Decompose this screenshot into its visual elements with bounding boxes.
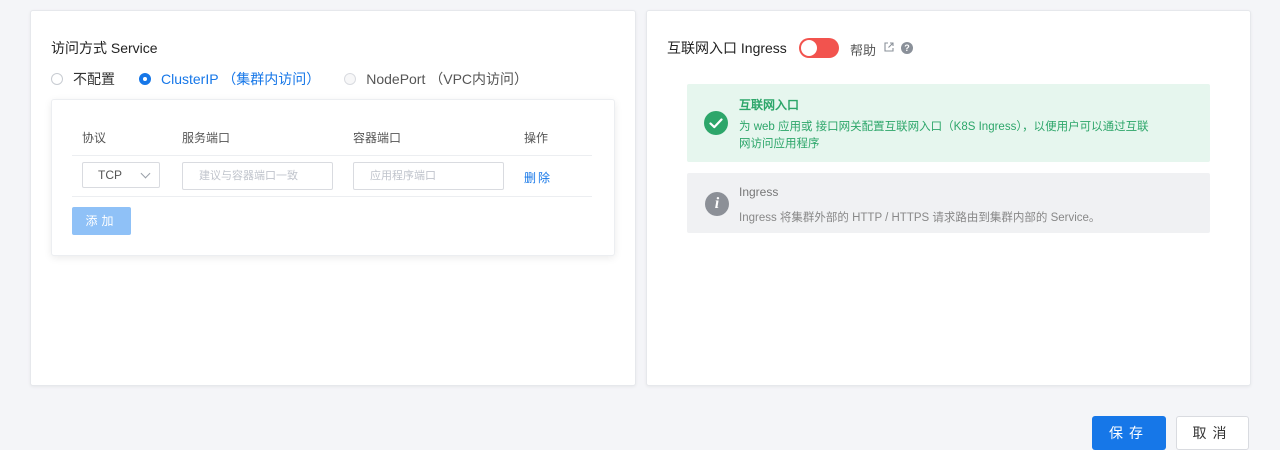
external-link-icon[interactable] <box>884 42 894 52</box>
question-icon[interactable]: ? <box>901 42 913 54</box>
toggle-knob <box>801 40 817 56</box>
success-alert-description: 为 web 应用或 接口网关配置互联网入口（K8S Ingress），以便用户可… <box>739 121 1149 150</box>
delete-row-link[interactable]: 删除 <box>524 169 552 186</box>
ingress-success-alert: 互联网入口 为 web 应用或 接口网关配置互联网入口（K8S Ingress）… <box>687 84 1210 162</box>
info-alert-description: Ingress 将集群外部的 HTTP / HTTPS 请求路由到集群内部的 S… <box>739 212 1101 224</box>
header-divider <box>72 155 592 156</box>
service-section-title: 访问方式 Service <box>51 40 158 56</box>
check-circle-icon <box>704 111 728 135</box>
radio-checked-icon <box>139 73 151 85</box>
radio-clusterip-label: ClusterIP （集群内访问） <box>161 71 321 87</box>
chevron-down-icon <box>140 168 151 179</box>
protocol-select[interactable]: TCP <box>82 162 160 188</box>
radio-nodeport[interactable]: NodePort （VPC内访问） <box>344 69 528 89</box>
cancel-button[interactable]: 取消 <box>1176 416 1249 450</box>
column-header-service-port: 服务端口 <box>182 131 231 145</box>
info-alert-title: Ingress <box>739 185 779 199</box>
protocol-select-value: TCP <box>98 168 122 182</box>
radio-clusterip[interactable]: ClusterIP （集群内访问） <box>139 69 320 89</box>
row-divider <box>72 196 592 197</box>
info-icon: i <box>705 192 729 216</box>
column-header-container-port: 容器端口 <box>353 131 402 145</box>
radio-nodeport-label: NodePort （VPC内访问） <box>366 71 529 87</box>
ingress-toggle[interactable] <box>799 38 839 58</box>
radio-circle-icon <box>344 73 357 85</box>
column-header-action: 操作 <box>524 131 549 145</box>
ingress-info-alert: i Ingress Ingress 将集群外部的 HTTP / HTTPS 请求… <box>687 173 1210 233</box>
service-panel: 访问方式 Service 不配置 ClusterIP （集群内访问） NodeP… <box>30 10 636 386</box>
add-port-button[interactable]: 添加 <box>72 207 131 235</box>
service-type-radio-group: 不配置 ClusterIP （集群内访问） NodePort （VPC内访问） <box>51 69 552 89</box>
radio-circle-icon <box>51 73 63 85</box>
success-alert-title: 互联网入口 <box>739 98 800 112</box>
radio-none[interactable]: 不配置 <box>51 69 115 89</box>
column-header-protocol: 协议 <box>82 131 107 145</box>
service-port-input[interactable] <box>182 162 333 190</box>
ingress-section-title: 互联网入口 Ingress <box>667 40 787 56</box>
radio-none-label: 不配置 <box>73 71 115 87</box>
save-button[interactable]: 保存 <box>1092 416 1166 450</box>
port-mapping-card: 协议 服务端口 容器端口 操作 TCP 删除 添加 <box>51 99 615 256</box>
ingress-panel: 互联网入口 Ingress 帮助 ? 互联网入口 为 web 应用或 接口网关配… <box>646 10 1251 386</box>
container-port-input[interactable] <box>353 162 504 190</box>
help-link[interactable]: 帮助 <box>850 40 876 59</box>
